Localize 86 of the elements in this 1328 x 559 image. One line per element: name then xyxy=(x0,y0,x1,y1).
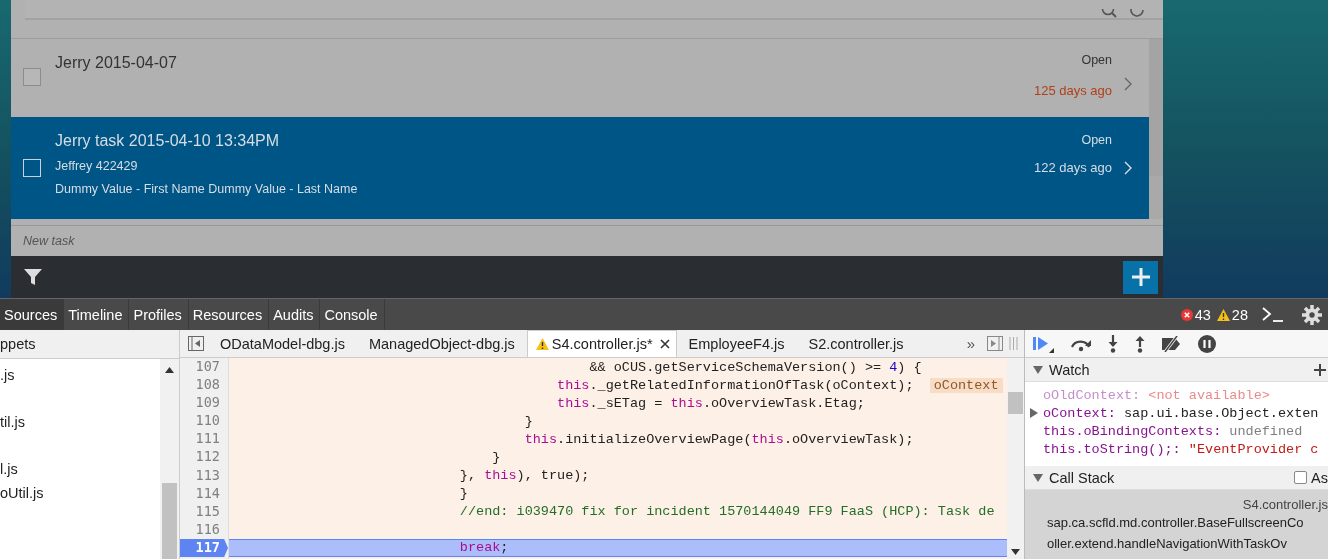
refresh-icon[interactable] xyxy=(1129,8,1145,18)
checkbox[interactable] xyxy=(1294,471,1308,484)
inline-value: oContext xyxy=(929,377,1003,393)
scroll-thumb[interactable] xyxy=(1008,392,1023,414)
checkbox[interactable] xyxy=(23,158,41,177)
line-number[interactable]: 107 xyxy=(180,358,228,377)
watch-expression[interactable]: this.oBindingContexts: undefined xyxy=(1025,423,1303,439)
checkbox[interactable] xyxy=(23,67,41,86)
code-line: && oCUS.getServiceSchemaVersion() >= 4) { xyxy=(589,359,922,375)
code-line: //end: i039470 fix for incident 1570144049 FF9 FaaS (HCP): Task de xyxy=(459,504,995,520)
file-tab[interactable]: ODataModel-dbg.js xyxy=(208,331,357,357)
panel-tab[interactable]: Sources xyxy=(0,299,65,330)
line-number[interactable]: 116 xyxy=(180,520,228,539)
frame-location: S4.controller.js xyxy=(1242,497,1328,512)
pause-icon[interactable] xyxy=(1198,334,1216,353)
watch-expression[interactable]: this.toString();: "EventProvider c xyxy=(1025,441,1319,457)
warning-count[interactable]: 28 xyxy=(1231,306,1248,323)
file-tab[interactable]: S4.controller.js* xyxy=(526,330,677,357)
error-count[interactable]: 43 xyxy=(1194,306,1211,323)
scroll-down-icon[interactable] xyxy=(1011,549,1020,555)
plus-icon xyxy=(1130,267,1151,288)
line-number[interactable]: 114 xyxy=(180,484,228,503)
scrollbar[interactable] xyxy=(1149,38,1163,219)
code-line: this._sETag = this.oOverviewTask.Etag; xyxy=(557,395,865,411)
expand-icon[interactable] xyxy=(1033,365,1043,374)
error-icon xyxy=(1180,308,1193,321)
expand-icon[interactable] xyxy=(1030,408,1038,418)
code-line: this.initializeOverviewPage(this.oOverviewTask); xyxy=(524,431,914,447)
search-icon[interactable] xyxy=(1101,8,1117,18)
settings-icon[interactable] xyxy=(1302,304,1322,325)
file-item[interactable]: til.js xyxy=(0,411,160,435)
section-title[interactable]: Watch xyxy=(1049,361,1090,378)
drag-handle-icon[interactable] xyxy=(1009,337,1018,350)
line-number[interactable]: 112 xyxy=(180,448,228,467)
file-tab[interactable]: S2.controller.js xyxy=(796,331,916,357)
task-list-item[interactable]: Jerry task 2015-04-10 13:34PM Jeffrey 422429 Dummy Value - First Name Dummy Value - Last Name Open 122 days ago xyxy=(11,116,1149,219)
navigator-tab[interactable]: ppets xyxy=(0,336,36,352)
chevron-icon[interactable] xyxy=(1124,76,1133,91)
line-number[interactable]: 111 xyxy=(180,430,228,449)
checkbox-label: As xyxy=(1311,469,1328,486)
deactivate-breakpoints-icon[interactable] xyxy=(1161,335,1183,352)
task-title: Jerry 2015-04-07 xyxy=(55,53,178,72)
file-tab[interactable]: EmployeeF4.js xyxy=(676,331,797,357)
watch-expression[interactable]: oContext: sap.ui.base.Object.exten xyxy=(1043,405,1319,421)
file-item[interactable]: oUtil.js xyxy=(0,481,160,505)
file-item[interactable]: .js xyxy=(0,364,160,388)
task-detail: Dummy Value - First Name Dummy Value - Last Name xyxy=(55,181,359,196)
add-button[interactable] xyxy=(1123,260,1158,294)
console-icon[interactable] xyxy=(1262,306,1284,323)
scroll-up-icon[interactable] xyxy=(165,367,174,373)
code-line: } xyxy=(524,413,533,429)
warning-icon xyxy=(1216,308,1230,321)
more-tabs-button[interactable]: » xyxy=(958,335,983,352)
file-tab[interactable]: ManagedObject-dbg.js xyxy=(356,331,527,357)
step-into-icon[interactable] xyxy=(1107,334,1119,353)
task-age: 122 days ago xyxy=(1033,159,1112,175)
scrollbar[interactable] xyxy=(160,359,179,559)
sidebar-toggle-icon[interactable] xyxy=(188,336,204,351)
close-icon[interactable] xyxy=(659,339,670,349)
line-number[interactable]: 110 xyxy=(180,412,228,431)
code-line: this._getRelatedInformationOfTask(oContext); xyxy=(557,377,914,393)
panel-toggle-icon[interactable] xyxy=(987,336,1003,351)
file-item[interactable]: l.js xyxy=(0,458,160,482)
task-title: Jerry task 2015-04-10 13:34PM xyxy=(55,131,281,150)
task-status: Open xyxy=(1081,132,1112,147)
step-out-icon[interactable] xyxy=(1134,334,1146,353)
task-status: Open xyxy=(1081,52,1112,67)
section-title[interactable]: Call Stack xyxy=(1049,469,1115,486)
line-number[interactable]: 108 xyxy=(180,376,228,395)
frame-function: oller.extend.handleNavigationWithTaskOv xyxy=(1047,535,1288,553)
code-line: }, this), true); xyxy=(459,468,590,484)
task-detail: Jeffrey 422429 xyxy=(55,158,139,173)
call-frame[interactable]: S4.controller.js sap.ca.scfld.md.controller.BaseFullscreenCo oller.extend.handleNavigationWithTaskOv xyxy=(1025,490,1328,559)
frame-function: sap.ca.scfld.md.controller.BaseFullscreenCo xyxy=(1047,514,1305,532)
add-icon[interactable] xyxy=(1314,363,1326,376)
line-number[interactable]: 109 xyxy=(180,394,228,413)
resume-icon[interactable] xyxy=(1033,334,1055,353)
line-number[interactable]: 115 xyxy=(180,502,228,521)
code-line: } xyxy=(459,486,468,502)
expand-icon[interactable] xyxy=(1033,473,1043,482)
scrollbar[interactable] xyxy=(1007,358,1024,559)
filter-icon[interactable] xyxy=(24,268,42,287)
code-line: } xyxy=(492,450,501,465)
line-number[interactable]: 113 xyxy=(180,466,228,485)
code-line: break; xyxy=(459,540,509,556)
task-age: 125 days ago xyxy=(1033,82,1112,98)
